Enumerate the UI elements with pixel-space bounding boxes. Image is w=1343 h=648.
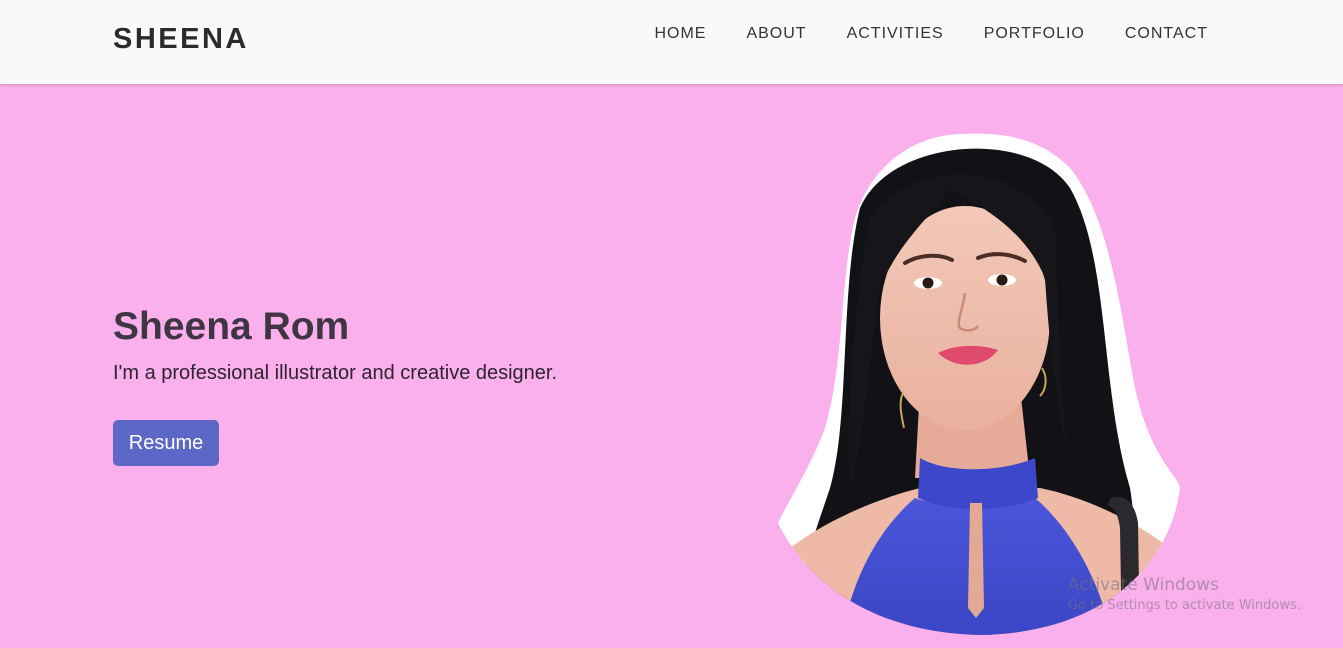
windows-activation-watermark: Activate Windows Go to Settings to activ… [1068,574,1301,615]
navbar: SHEENA HOME ABOUT ACTIVITIES PORTFOLIO C… [0,0,1343,84]
watermark-subtitle: Go to Settings to activate Windows. [1068,598,1301,613]
nav-link-contact[interactable]: CONTACT [1125,24,1208,44]
hero-name: Sheena Rom [113,305,350,348]
nav-links: HOME ABOUT ACTIVITIES PORTFOLIO CONTACT [654,24,1208,44]
profile-photo [778,133,1180,636]
hero-section: Sheena Rom I'm a professional illustrato… [0,84,1343,648]
resume-button[interactable]: Resume [113,420,219,466]
nav-link-about[interactable]: ABOUT [746,24,806,44]
nav-link-portfolio[interactable]: PORTFOLIO [984,24,1085,44]
hero-tagline: I'm a professional illustrator and creat… [113,362,558,384]
watermark-title: Activate Windows [1068,575,1219,595]
nav-link-activities[interactable]: ACTIVITIES [847,24,944,44]
nav-link-home[interactable]: HOME [654,24,706,44]
brand-logo[interactable]: SHEENA [113,22,249,56]
